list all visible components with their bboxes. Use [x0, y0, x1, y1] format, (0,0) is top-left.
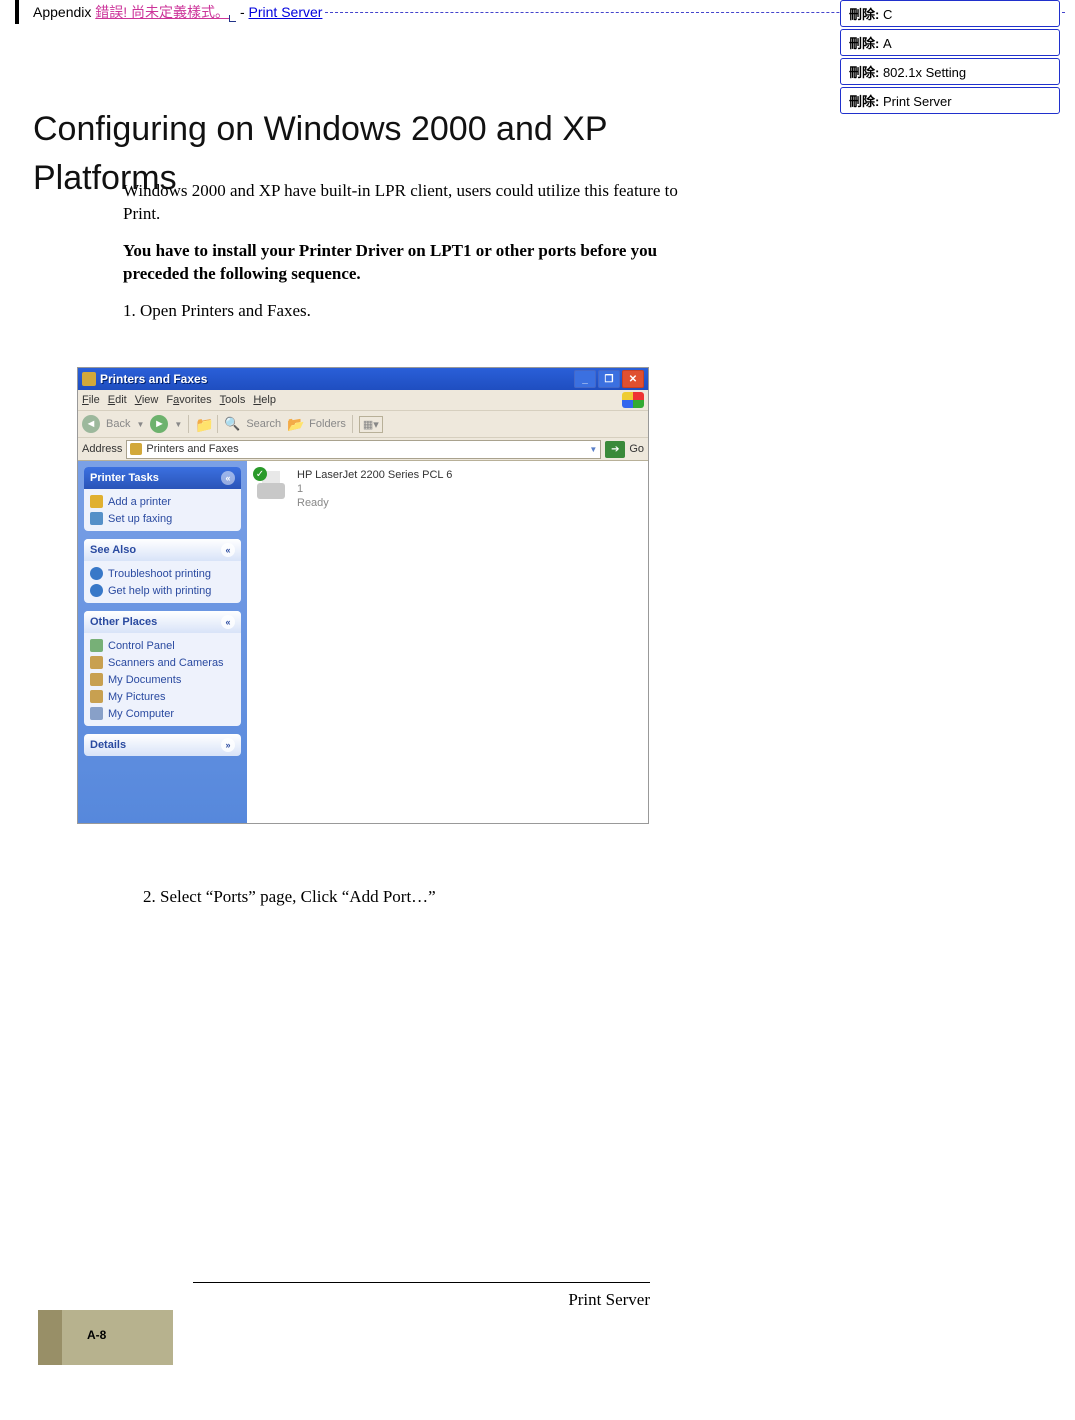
up-icon[interactable]: 📁	[195, 416, 211, 432]
balloon-delete-a[interactable]: 刪除: A	[840, 29, 1060, 56]
header-link[interactable]: Print Server	[249, 4, 323, 20]
documents-icon	[90, 673, 103, 686]
scanners-icon	[90, 656, 103, 669]
balloon-value: A	[879, 36, 891, 51]
header-separator: -	[236, 4, 248, 20]
task-add-printer[interactable]: Add a printer	[90, 493, 235, 510]
link-scanners-cameras[interactable]: Scanners and Cameras	[90, 654, 235, 671]
link-get-help[interactable]: Get help with printing	[90, 582, 235, 599]
default-check-icon: ✓	[253, 467, 267, 481]
toolbar: ◄ Back ▼ ► ▼ 📁 🔍 Search 📂 Folders ▦▾	[78, 411, 648, 438]
header-line: Appendix 錯誤! 尚未定義樣式。 - Print Server	[33, 2, 322, 22]
window-titlebar[interactable]: Printers and Faxes _ ❐ ✕	[78, 368, 648, 390]
forward-button[interactable]: ►	[150, 415, 168, 433]
page-number: A-8	[87, 1328, 106, 1342]
menu-help[interactable]: Help	[253, 394, 276, 406]
address-icon	[130, 443, 142, 455]
link-my-pictures[interactable]: My Pictures	[90, 688, 235, 705]
menu-edit[interactable]: Edit	[108, 394, 127, 406]
search-icon[interactable]: 🔍	[224, 416, 240, 432]
header-error-link[interactable]: 錯誤! 尚未定義樣式。	[95, 4, 229, 20]
go-label: Go	[629, 443, 644, 455]
group-other-places: Other Places« Control Panel Scanners and…	[84, 611, 241, 726]
balloon-value: 802.1x Setting	[879, 65, 966, 80]
revision-balloons: 刪除: C 刪除: A 刪除: 802.1x Setting 刪除: Print…	[840, 0, 1060, 116]
back-button[interactable]: ◄	[82, 415, 100, 433]
menu-view[interactable]: View	[135, 394, 159, 406]
group-header-see-also[interactable]: See Also«	[84, 539, 241, 561]
pictures-icon	[90, 690, 103, 703]
screenshot-printers-faxes: Printers and Faxes _ ❐ ✕ File Edit View …	[77, 367, 649, 824]
group-printer-tasks: Printer Tasks« Add a printer Set up faxi…	[84, 467, 241, 531]
xp-flag-icon	[622, 392, 644, 408]
footer-text: Print Server	[568, 1290, 650, 1310]
printer-name: HP LaserJet 2200 Series PCL 6	[297, 469, 452, 483]
balloon-value: C	[879, 7, 892, 22]
balloon-delete-printserver[interactable]: 刪除: Print Server	[840, 87, 1060, 114]
maximize-button[interactable]: ❐	[598, 370, 620, 388]
step-1: 1. Open Printers and Faxes.	[123, 300, 683, 323]
balloon-label: 刪除:	[849, 36, 879, 51]
window-title: Printers and Faxes	[100, 372, 207, 386]
link-control-panel[interactable]: Control Panel	[90, 637, 235, 654]
menu-file[interactable]: File	[82, 394, 100, 406]
address-text: Printers and Faxes	[146, 443, 238, 455]
balloon-label: 刪除:	[849, 7, 879, 22]
link-my-computer[interactable]: My Computer	[90, 705, 235, 722]
footer-rule	[193, 1282, 650, 1283]
help-icon	[90, 584, 103, 597]
back-label: Back	[106, 418, 130, 430]
balloon-delete-8021x[interactable]: 刪除: 802.1x Setting	[840, 58, 1060, 85]
header-prefix: Appendix	[33, 4, 95, 20]
folders-label[interactable]: Folders	[309, 418, 346, 430]
step-2: 2. Select “Ports” page, Click “Add Port……	[123, 870, 683, 924]
printer-icon: ✓	[255, 469, 289, 503]
printer-list-area[interactable]: ✓ HP LaserJet 2200 Series PCL 6 1 Ready	[247, 461, 648, 824]
balloon-label: 刪除:	[849, 65, 879, 80]
folders-icon[interactable]: 📂	[287, 416, 303, 432]
address-dropdown-icon[interactable]: ▼	[589, 445, 597, 454]
printer-status: Ready	[297, 497, 452, 511]
computer-icon	[90, 707, 103, 720]
minimize-button[interactable]: _	[574, 370, 596, 388]
collapse-icon[interactable]: «	[221, 543, 235, 557]
close-button[interactable]: ✕	[622, 370, 644, 388]
group-see-also: See Also« Troubleshoot printing Get help…	[84, 539, 241, 603]
group-details: Details»	[84, 734, 241, 756]
paragraph-intro: Windows 2000 and XP have built-in LPR cl…	[123, 180, 683, 226]
group-header-details[interactable]: Details»	[84, 734, 241, 756]
collapse-icon[interactable]: «	[221, 615, 235, 629]
views-button[interactable]: ▦▾	[359, 416, 383, 433]
printer-item[interactable]: ✓ HP LaserJet 2200 Series PCL 6 1 Ready	[255, 469, 640, 510]
paragraph-note: You have to install your Printer Driver …	[123, 240, 683, 286]
group-header-printer-tasks[interactable]: Printer Tasks«	[84, 467, 241, 489]
control-panel-icon	[90, 639, 103, 652]
balloon-delete-c[interactable]: 刪除: C	[840, 0, 1060, 27]
task-setup-faxing[interactable]: Set up faxing	[90, 510, 235, 527]
menu-bar: File Edit View Favorites Tools Help	[78, 390, 648, 411]
expand-icon[interactable]: »	[221, 738, 235, 752]
window-icon	[82, 372, 96, 386]
go-button[interactable]: ➔	[605, 441, 625, 458]
marker-icon	[229, 15, 236, 22]
link-my-documents[interactable]: My Documents	[90, 671, 235, 688]
fax-icon	[90, 512, 103, 525]
question-icon	[90, 567, 103, 580]
add-printer-icon	[90, 495, 103, 508]
printer-docs: 1	[297, 483, 452, 497]
search-label[interactable]: Search	[246, 418, 281, 430]
address-bar: Address Printers and Faxes ▼ ➔ Go	[78, 438, 648, 461]
balloon-value: Print Server	[879, 94, 951, 109]
body-text: Windows 2000 and XP have built-in LPR cl…	[123, 180, 683, 337]
task-pane: Printer Tasks« Add a printer Set up faxi…	[78, 461, 247, 824]
collapse-icon[interactable]: «	[221, 471, 235, 485]
balloon-label: 刪除:	[849, 94, 879, 109]
group-header-other-places[interactable]: Other Places«	[84, 611, 241, 633]
link-troubleshoot[interactable]: Troubleshoot printing	[90, 565, 235, 582]
change-marker	[15, 0, 19, 24]
address-label: Address	[82, 443, 122, 455]
menu-favorites[interactable]: Favorites	[166, 394, 211, 406]
menu-tools[interactable]: Tools	[220, 394, 246, 406]
address-input[interactable]: Printers and Faxes ▼	[126, 440, 601, 459]
